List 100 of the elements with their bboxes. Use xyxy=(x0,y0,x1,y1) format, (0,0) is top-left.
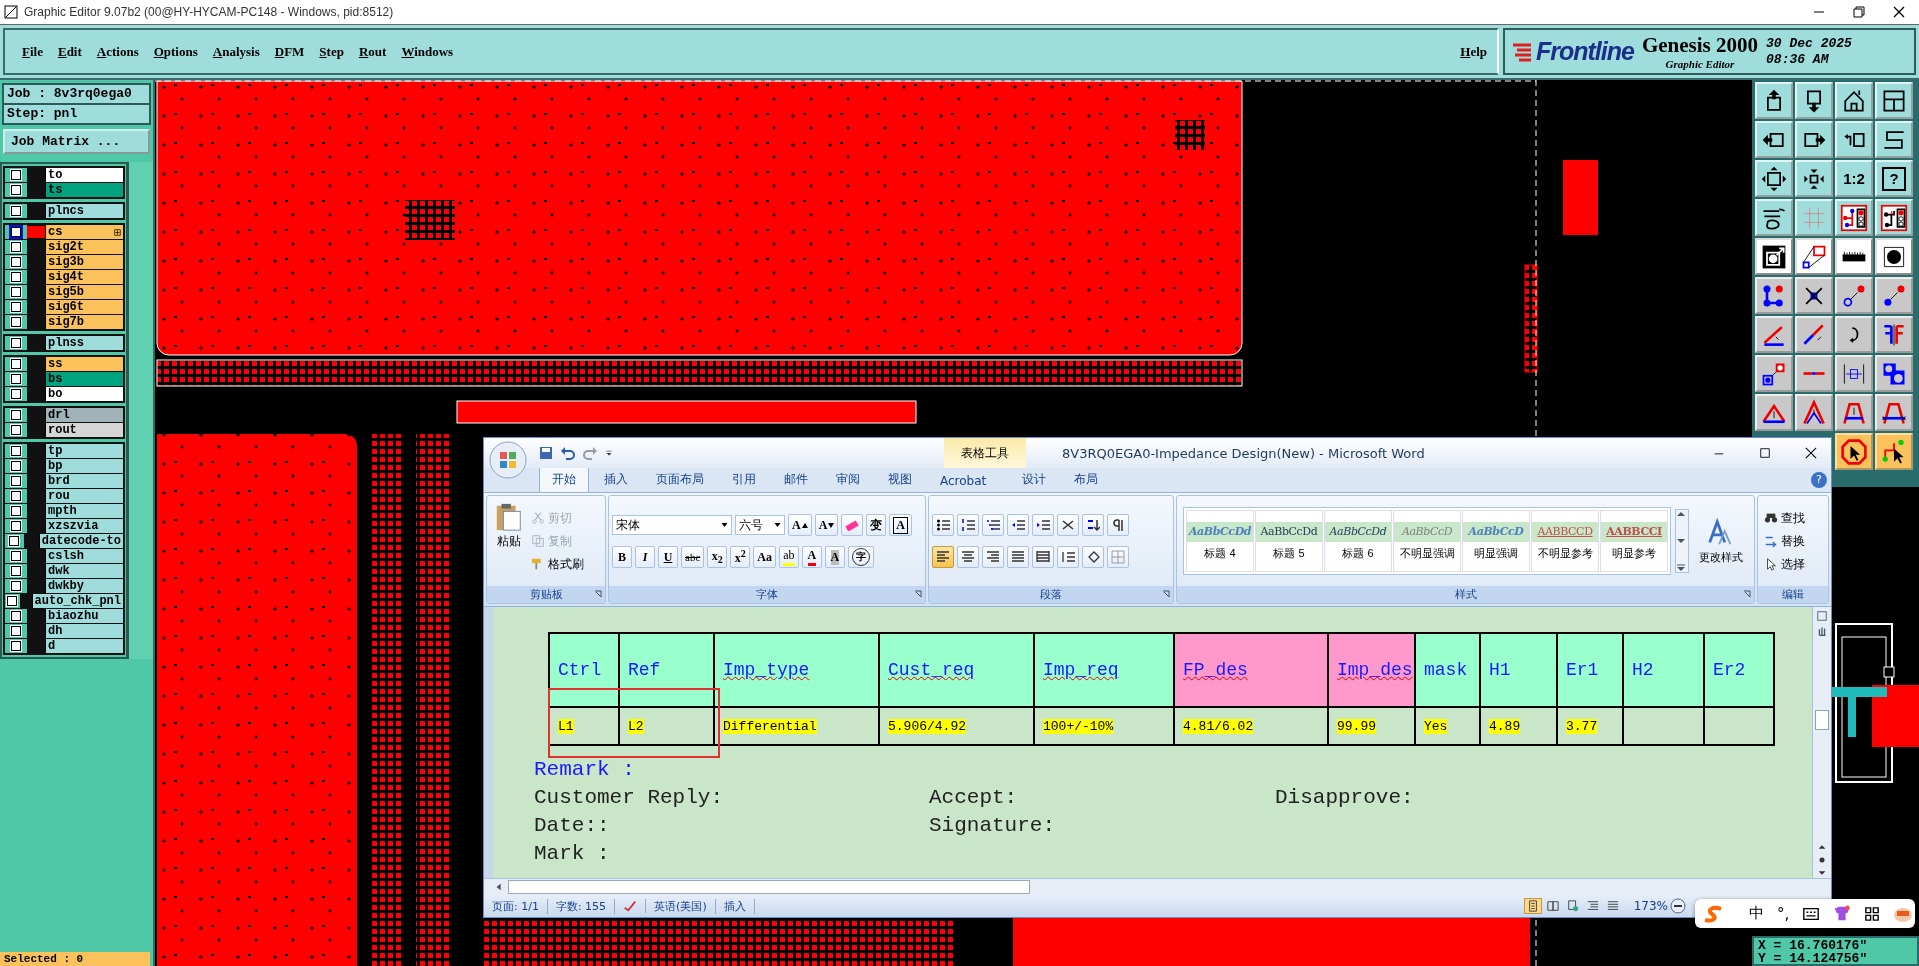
print-layout-button[interactable] xyxy=(1523,898,1542,914)
ribbon-tab[interactable]: 页面布局 xyxy=(643,466,717,492)
toolbar-button[interactable] xyxy=(1755,277,1793,314)
toolbar-button[interactable]: ? xyxy=(1875,160,1913,197)
scrollbar-thumb[interactable] xyxy=(508,880,1030,894)
ribbon-tab[interactable]: 审阅 xyxy=(823,466,873,492)
toolbar-button[interactable] xyxy=(1835,355,1873,392)
help-button[interactable]: ? xyxy=(1811,472,1827,488)
layer-checkbox[interactable] xyxy=(11,626,21,636)
toolbar-button[interactable] xyxy=(1875,199,1913,236)
style-item[interactable]: AaBbCcD 不明显强调 xyxy=(1393,510,1461,572)
style-item[interactable]: AABBCCI 明显参考 xyxy=(1600,510,1668,572)
layer-checkbox[interactable] xyxy=(11,446,21,456)
layer-bar[interactable]: mpth xyxy=(45,504,123,518)
toolbar-button[interactable] xyxy=(1875,82,1913,119)
editing-button[interactable]: 查找 xyxy=(1761,507,1808,529)
change-styles-button[interactable]: 更改样式 xyxy=(1693,516,1749,566)
layer-checkbox[interactable] xyxy=(11,317,21,327)
menu-item[interactable]: Windows xyxy=(396,43,459,60)
font-format-button[interactable]: 变 xyxy=(866,514,887,536)
menu-item[interactable]: DFM xyxy=(269,43,310,60)
layer-checkbox[interactable] xyxy=(11,611,21,621)
style-item[interactable]: AaBbCcD 明显强调 xyxy=(1462,510,1530,572)
paragraph-button[interactable] xyxy=(1057,546,1079,568)
menu-item[interactable]: Step xyxy=(314,43,349,60)
layer-bar[interactable]: to xyxy=(45,168,123,182)
layer-bar[interactable]: ts xyxy=(45,183,123,197)
text-format-button[interactable]: A xyxy=(801,546,822,568)
layer-checkbox[interactable] xyxy=(11,185,21,195)
layer-checkbox[interactable] xyxy=(7,596,18,606)
alignment-button[interactable] xyxy=(982,546,1004,568)
job-matrix-button[interactable]: Job Matrix ... xyxy=(3,129,150,154)
layer-checkbox[interactable] xyxy=(11,206,21,216)
toolbar-button[interactable] xyxy=(1835,121,1873,158)
layer-bar[interactable]: bo xyxy=(45,387,123,401)
toolbar-button[interactable] xyxy=(1755,238,1793,275)
ribbon-tab[interactable]: 开始 xyxy=(539,466,589,492)
layer-checkbox[interactable] xyxy=(11,338,21,348)
layer-checkbox[interactable] xyxy=(9,536,20,546)
layer-bar[interactable]: plnss xyxy=(45,336,123,350)
ribbon-tab[interactable]: 布局 xyxy=(1061,466,1112,492)
toolbar-button[interactable] xyxy=(1835,199,1873,236)
layer-checkbox[interactable] xyxy=(11,641,21,651)
layer-bar[interactable]: rou xyxy=(45,489,123,503)
font-format-button[interactable]: A xyxy=(788,514,812,536)
text-format-button[interactable]: abc xyxy=(681,546,705,568)
paragraph-button[interactable] xyxy=(1057,514,1079,536)
alignment-button[interactable] xyxy=(1007,546,1029,568)
layer-bar[interactable]: bp xyxy=(45,459,123,473)
layer-bar[interactable]: xzszvia xyxy=(45,519,123,533)
toolbar-button[interactable] xyxy=(1795,238,1833,275)
ribbon-tab[interactable]: 插入 xyxy=(591,466,641,492)
style-item[interactable]: AaBbCcDd 标题 4 xyxy=(1186,510,1254,572)
toolbar-button[interactable] xyxy=(1755,199,1793,236)
toolbar-button[interactable] xyxy=(1835,433,1873,470)
toolbar-button[interactable] xyxy=(1755,82,1793,119)
toolbar-button[interactable] xyxy=(1795,394,1833,431)
paragraph-button[interactable] xyxy=(957,514,979,536)
layer-bar[interactable]: drl xyxy=(45,408,123,422)
layer-bar[interactable]: dh xyxy=(45,624,123,638)
layer-bar[interactable]: d xyxy=(45,639,123,653)
paragraph-button[interactable] xyxy=(982,514,1004,536)
toolbar-button[interactable] xyxy=(1835,277,1873,314)
alignment-button[interactable] xyxy=(1032,546,1054,568)
ribbon-tab[interactable]: 设计 xyxy=(1009,466,1060,492)
toolbar-button[interactable] xyxy=(1795,316,1833,353)
toolbar-button[interactable] xyxy=(1795,82,1833,119)
text-format-button[interactable]: ab xyxy=(778,546,799,568)
text-format-button[interactable]: I xyxy=(635,546,655,568)
layer-checkbox[interactable] xyxy=(11,425,21,435)
layer-checkbox[interactable] xyxy=(11,566,21,576)
ribbon-tab[interactable]: 邮件 xyxy=(771,466,821,492)
toolbar-button[interactable] xyxy=(1875,238,1913,275)
layer-checkbox[interactable] xyxy=(11,287,21,297)
paste-button[interactable]: 粘贴 xyxy=(490,499,528,583)
menu-item[interactable]: Rout xyxy=(353,43,392,60)
menu-item[interactable]: Help xyxy=(1455,43,1492,60)
layer-bar[interactable]: dwkby xyxy=(45,579,123,593)
layer-checkbox[interactable] xyxy=(11,170,21,180)
toolbar-button[interactable] xyxy=(1835,394,1873,431)
font-name-dropdown[interactable]: 宋体 xyxy=(612,515,732,535)
layer-checkbox[interactable] xyxy=(11,242,21,252)
layer-bar[interactable]: sig2t xyxy=(45,240,123,254)
menu-item[interactable]: Actions xyxy=(91,43,144,60)
layer-bar[interactable]: dwk xyxy=(45,564,123,578)
layer-bar[interactable]: cslsh xyxy=(45,549,123,563)
toolbar-button[interactable] xyxy=(1755,121,1793,158)
menu-item[interactable]: Analysis xyxy=(207,43,265,60)
layer-bar[interactable]: tp xyxy=(45,444,123,458)
paragraph-button[interactable] xyxy=(932,514,954,536)
ribbon-tab[interactable]: Acrobat xyxy=(927,469,1000,492)
text-format-button[interactable]: B xyxy=(612,546,632,568)
layer-checkbox[interactable] xyxy=(11,359,21,369)
toolbar-button[interactable] xyxy=(1755,394,1793,431)
toolbar-button[interactable] xyxy=(1795,160,1833,197)
toolbar-button[interactable] xyxy=(1875,394,1913,431)
layer-checkbox[interactable] xyxy=(11,410,21,420)
font-format-button[interactable]: A xyxy=(814,514,839,536)
text-format-button[interactable]: 字 xyxy=(847,546,874,568)
scrollbar-track[interactable] xyxy=(128,162,153,659)
